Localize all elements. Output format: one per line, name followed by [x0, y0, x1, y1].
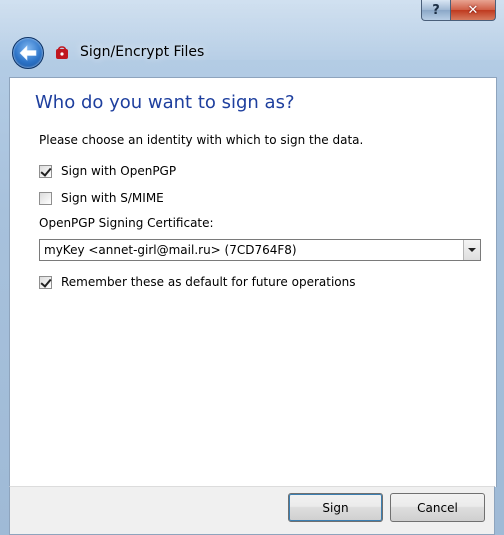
- back-arrow-icon: [19, 45, 37, 61]
- certificate-value: myKey <annet-girl@mail.ru> (7CD764F8): [44, 243, 297, 257]
- cancel-button[interactable]: Cancel: [390, 493, 485, 522]
- close-button[interactable]: ✕: [451, 0, 496, 21]
- openpgp-option[interactable]: Sign with OpenPGP: [39, 164, 176, 178]
- help-button[interactable]: ?: [421, 0, 451, 21]
- window-header: Sign/Encrypt Files: [0, 30, 504, 76]
- smime-option[interactable]: Sign with S/MIME: [39, 191, 164, 205]
- dropdown-arrow-icon[interactable]: [463, 240, 480, 260]
- intro-text: Please choose an identity with which to …: [39, 133, 364, 147]
- remember-option[interactable]: Remember these as default for future ope…: [39, 275, 355, 289]
- caption-buttons: ? ✕: [421, 0, 496, 21]
- button-bar: Sign Cancel: [9, 486, 495, 535]
- sign-button[interactable]: Sign: [288, 493, 383, 522]
- openpgp-label: Sign with OpenPGP: [61, 164, 177, 178]
- remember-label: Remember these as default for future ope…: [61, 275, 356, 289]
- back-button[interactable]: [12, 37, 44, 69]
- openpgp-checkbox[interactable]: [39, 164, 52, 178]
- smime-label: Sign with S/MIME: [61, 191, 164, 205]
- remember-checkbox[interactable]: [39, 275, 52, 289]
- wizard-page: Who do you want to sign as? Please choos…: [9, 77, 497, 487]
- certificate-select[interactable]: myKey <annet-girl@mail.ru> (7CD764F8): [39, 239, 481, 261]
- certificate-label: OpenPGP Signing Certificate:: [39, 216, 214, 230]
- smime-checkbox[interactable]: [39, 191, 52, 205]
- window-title: Sign/Encrypt Files: [80, 44, 205, 60]
- page-heading: Who do you want to sign as?: [35, 92, 295, 113]
- kleopatra-icon: [56, 46, 68, 59]
